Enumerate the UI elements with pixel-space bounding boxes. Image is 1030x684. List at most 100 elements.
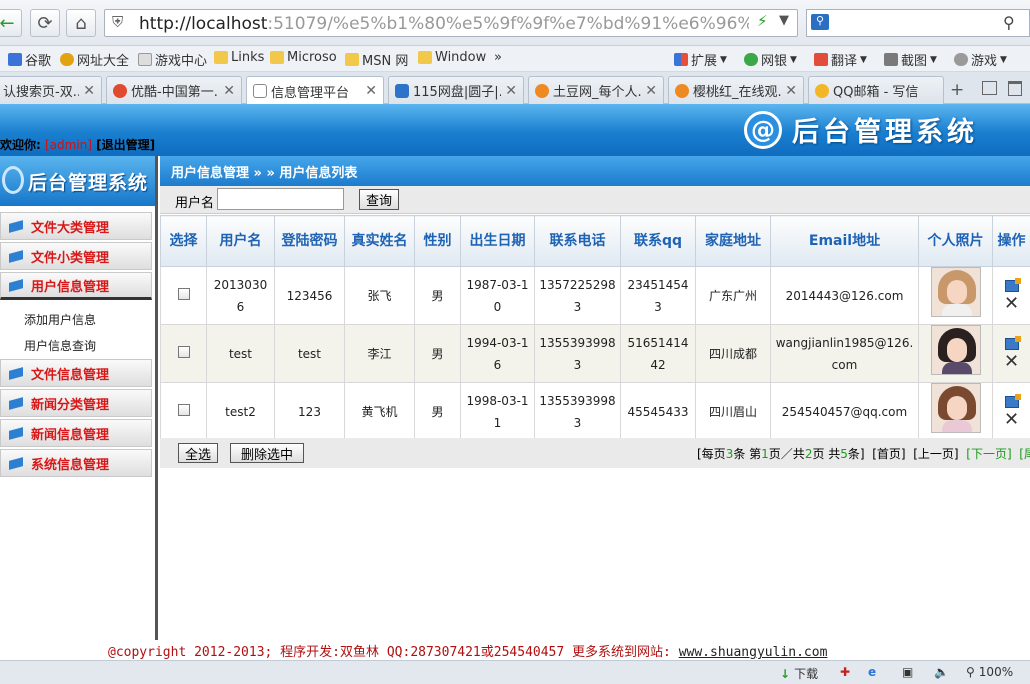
extension-button[interactable]: 扩展 ▼ [674, 50, 727, 69]
username-cell: test2 [206, 382, 275, 441]
folder-icon [9, 278, 25, 292]
back-button[interactable]: ← [0, 9, 22, 37]
address-bar[interactable]: ⛨ http://localhost:51079/%e5%b1%80%e5%9f… [104, 9, 798, 37]
delete-icon[interactable]: ✕ [1004, 352, 1019, 370]
bookmark-item[interactable]: MSN 网 [345, 50, 408, 69]
ie-icon[interactable]: e [868, 665, 876, 679]
bookmark-label: Links [231, 50, 265, 65]
bookmark-item[interactable]: 网址大全 [60, 50, 129, 69]
trash-icon[interactable] [1008, 81, 1022, 96]
edit-icon[interactable] [1004, 335, 1021, 350]
delete-selected-button[interactable]: 删除选中 [230, 443, 304, 463]
close-tab-icon[interactable]: ✕ [83, 83, 95, 99]
row-checkbox[interactable] [177, 403, 190, 416]
restore-tabs-icon[interactable] [982, 81, 997, 95]
username-link[interactable]: [admin] [45, 138, 92, 152]
browser-tab-active[interactable]: 信息管理平台 ✕ [246, 76, 384, 105]
menu-user-info[interactable]: 用户信息管理 [0, 272, 152, 300]
cherry-icon [675, 83, 689, 98]
last-page-link[interactable]: [尾页] [1019, 447, 1030, 461]
site-link[interactable]: www.shuangyulin.com [679, 645, 828, 660]
username-search-input[interactable] [217, 188, 344, 210]
query-button[interactable]: 查询 [359, 189, 399, 210]
pager: [每页3条 第1页／共2页 共5条] [首页] [上一页] [下一页] [尾页] [697, 445, 1030, 462]
submenu-add-user[interactable]: 添加用户信息 [24, 311, 96, 328]
menu-label: 文件大类管理 [31, 220, 110, 236]
browser-tab[interactable]: 樱桃红_在线观... ✕ [668, 76, 804, 104]
bank-icon [744, 53, 758, 66]
bookmark-label: 游戏中心 [155, 54, 208, 69]
home-button[interactable]: ⌂ [66, 9, 96, 37]
browser-tab[interactable]: 优酷-中国第一... ✕ [106, 76, 242, 104]
download-arrow-icon: ↓ [780, 666, 791, 681]
close-tab-icon[interactable]: ✕ [505, 83, 517, 99]
tudou-icon [535, 83, 549, 98]
menu-system-info[interactable]: 系统信息管理 [0, 449, 152, 477]
logout-link[interactable]: [退出管理] [96, 138, 155, 152]
total-records: 5 [840, 447, 848, 461]
bookmark-item[interactable]: Microso [270, 50, 337, 65]
menu-file-info[interactable]: 文件信息管理 [0, 359, 152, 387]
tab-label: QQ邮箱 - 写信 [833, 85, 919, 100]
delete-icon[interactable]: ✕ [1004, 410, 1019, 428]
bookmark-label: 截图 [901, 54, 928, 69]
menu-news-info[interactable]: 新闻信息管理 [0, 419, 152, 447]
edit-icon[interactable] [1004, 277, 1021, 292]
translate-button[interactable]: 翻译 ▼ [814, 50, 867, 69]
delete-icon[interactable]: ✕ [1004, 294, 1019, 312]
browser-tab[interactable]: 土豆网_每个人... ✕ [528, 76, 664, 104]
prev-page-link[interactable]: [上一页] [913, 447, 958, 461]
edit-icon[interactable] [1004, 393, 1021, 408]
menu-news-category[interactable]: 新闻分类管理 [0, 389, 152, 417]
close-tab-icon[interactable]: ✕ [365, 83, 377, 99]
bookmark-item[interactable]: 谷歌 [8, 50, 51, 69]
addon-icon[interactable]: ✚ [840, 665, 850, 679]
zoom-control[interactable]: ⚲ 100% [966, 665, 1013, 679]
close-tab-icon[interactable]: ✕ [645, 83, 657, 99]
url-text[interactable]: http://localhost:51079/%e5%b1%80%e5%9f%9… [139, 14, 749, 34]
folder-icon [9, 249, 25, 263]
back-arrow-icon: ← [0, 12, 15, 34]
more-bookmarks-button[interactable]: » [494, 50, 502, 65]
new-tab-icon[interactable]: + [950, 80, 964, 100]
refresh-button[interactable]: ⟳ [30, 9, 60, 37]
download-button[interactable]: ↓ 下载 [780, 665, 818, 682]
menu-label: 文件信息管理 [31, 367, 110, 383]
address-dropdown-icon[interactable]: ▼ [779, 13, 789, 28]
close-tab-icon[interactable]: ✕ [785, 83, 797, 99]
select-all-button[interactable]: 全选 [178, 443, 218, 463]
bank-button[interactable]: 网银 ▼ [744, 50, 797, 69]
browser-tab[interactable]: 认搜索页-双... ✕ [0, 76, 102, 104]
search-engine-icon[interactable]: ⚲ [811, 14, 829, 30]
folder-icon [9, 219, 25, 233]
page-icon [138, 53, 152, 66]
row-checkbox[interactable] [177, 345, 190, 358]
bookmark-item[interactable]: 游戏中心 [138, 50, 207, 69]
row-checkbox[interactable] [177, 287, 190, 300]
games-button[interactable]: 游戏 ▼ [954, 50, 1007, 69]
search-box[interactable]: ⚲ ⚲ [806, 9, 1030, 37]
search-icon[interactable]: ⚲ [1003, 13, 1015, 32]
menu-file-subcategory[interactable]: 文件小类管理 [0, 242, 152, 270]
column-header: 真实姓名 [344, 215, 415, 267]
user-photo[interactable] [930, 383, 981, 433]
speaker-icon[interactable]: 🔈 [934, 665, 949, 679]
screenshot-button[interactable]: 截图 ▼ [884, 50, 937, 69]
first-page-link[interactable]: [首页] [872, 447, 905, 461]
next-page-link[interactable]: [下一页] [966, 447, 1011, 461]
zoom-level: 100% [978, 665, 1014, 679]
user-photo[interactable] [930, 325, 981, 375]
browser-toolbar: ← ⟳ ⌂ ⛨ http://localhost:51079/%e5%b1%80… [0, 0, 1030, 46]
lightning-icon[interactable]: ⚡ [757, 12, 768, 30]
window-icon[interactable]: ▣ [902, 665, 913, 679]
close-tab-icon[interactable]: ✕ [223, 83, 235, 99]
tab-label: 认搜索页-双... [3, 85, 80, 100]
bookmark-item[interactable]: Window [418, 50, 486, 65]
browser-tab[interactable]: QQ邮箱 - 写信 [808, 76, 944, 104]
user-photo[interactable] [930, 267, 981, 317]
bookmark-item[interactable]: Links [214, 50, 264, 65]
menu-file-category[interactable]: 文件大类管理 [0, 212, 152, 240]
browser-tab[interactable]: 115网盘|圆子|... ✕ [388, 76, 524, 104]
tab-label: 樱桃红_在线观... [693, 85, 782, 100]
submenu-query-user[interactable]: 用户信息查询 [24, 337, 96, 354]
